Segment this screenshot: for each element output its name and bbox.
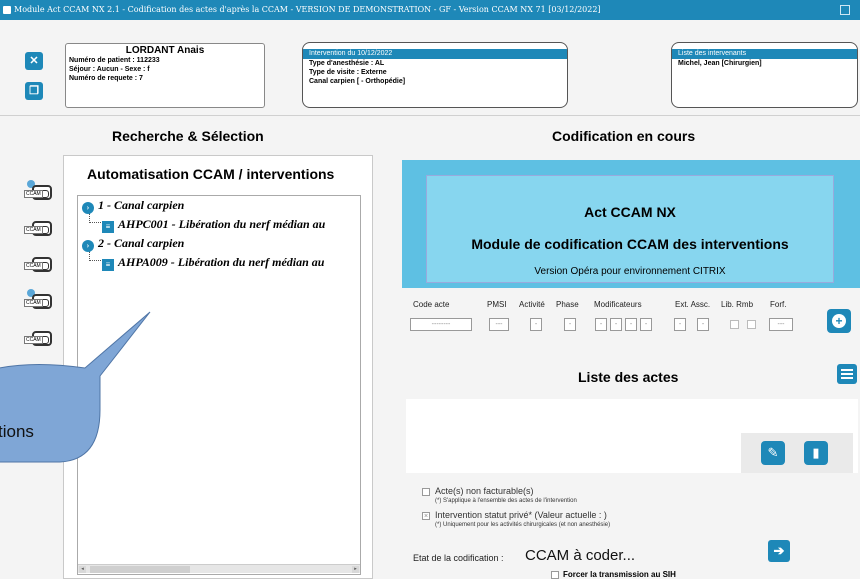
documents-icon[interactable]: ❐ xyxy=(25,82,43,100)
modificateur-4-input[interactable]: - xyxy=(640,318,652,331)
send-icon[interactable]: ➔ xyxy=(768,540,790,562)
tree-node-intervention-2[interactable]: › 2 - Canal carpien xyxy=(82,236,184,252)
window-title: Module Act CCAM NX 2.1 - Codification de… xyxy=(14,5,601,14)
act-icon: ≡ xyxy=(102,259,114,271)
header: ✕ ❐ LORDANT Anais Numéro de patient : 11… xyxy=(0,20,860,116)
ext-assc-2-input[interactable]: - xyxy=(697,318,709,331)
window-titlebar: Module Act CCAM NX 2.1 - Codification de… xyxy=(0,0,860,20)
scroll-right-icon[interactable]: ▸ xyxy=(352,566,359,573)
force-transmission-label: Forcer la transmission au SIH xyxy=(563,570,676,579)
intervention-header: Intervention du 10/12/2022 xyxy=(303,49,567,59)
pmsi-label: PMSI xyxy=(487,300,507,309)
statut-prive-label: Intervention statut privé* (Valeur actue… xyxy=(435,510,607,520)
coding-section-title: Codification en cours xyxy=(552,128,696,144)
request-number: Numéro de requete : 7 xyxy=(69,75,143,82)
modificateur-1-input[interactable]: - xyxy=(595,318,607,331)
add-act-button[interactable]: + xyxy=(827,309,851,333)
tree-node-act-2[interactable]: ≡ AHPA009 - Libération du nerf médian au xyxy=(102,255,324,271)
activite-input[interactable]: - xyxy=(530,318,542,331)
procedure-name: Canal carpien [ - Orthopédie] xyxy=(309,78,406,85)
patient-info-box: LORDANT Anais Numéro de patient : 112233… xyxy=(65,43,265,108)
banner-version: Version Opéra pour environnement CITRIX xyxy=(534,266,726,277)
patient-name: LORDANT Anais xyxy=(125,45,205,56)
tree-node-intervention-1[interactable]: › 1 - Canal carpien xyxy=(82,198,184,214)
tree-connector xyxy=(89,251,101,261)
rmb-checkbox[interactable] xyxy=(747,320,756,329)
modificateur-2-input[interactable]: - xyxy=(610,318,622,331)
phase-label: Phase xyxy=(556,300,579,309)
scroll-left-icon[interactable]: ◂ xyxy=(79,566,86,573)
modificateur-3-input[interactable]: - xyxy=(625,318,637,331)
callout-text: tions xyxy=(0,422,34,441)
trash-icon[interactable]: ▮ xyxy=(804,441,828,465)
patient-stay-sex: Séjour : Aucun - Sexe : f xyxy=(69,66,150,73)
automation-title: Automatisation CCAM / interventions xyxy=(87,166,335,182)
banner-subtitle: Module de codification CCAM des interven… xyxy=(471,236,789,252)
non-facturable-label: Acte(s) non facturable(s) xyxy=(435,486,534,496)
anesthesia-type: Type d'anesthésie : AL xyxy=(309,60,385,67)
scrollbar-thumb[interactable] xyxy=(90,566,190,573)
lib-rmb-label: Lib. Rmb xyxy=(721,300,754,309)
pmsi-input[interactable]: --- xyxy=(489,318,509,331)
tree-connector xyxy=(89,213,101,223)
tree-horizontal-scrollbar[interactable]: ◂ ▸ xyxy=(78,564,360,573)
etat-label: Etat de la codification : xyxy=(413,553,504,563)
list-toolbar xyxy=(741,433,853,473)
forf-input[interactable]: --- xyxy=(769,318,793,331)
ccam-list-icon[interactable]: CCAM xyxy=(24,252,54,276)
phase-input[interactable]: - xyxy=(564,318,576,331)
etat-value: CCAM à coder... xyxy=(525,547,636,564)
visit-type: Type de visite : Externe xyxy=(309,69,387,76)
expand-icon[interactable]: › xyxy=(82,202,94,214)
banner-title: Act CCAM NX xyxy=(584,204,676,220)
ccam-search-icon[interactable]: CCAM xyxy=(24,180,54,204)
ext-assc-1-input[interactable]: - xyxy=(674,318,686,331)
force-transmission-checkbox[interactable] xyxy=(551,571,559,579)
team-member: Michel, Jean [Chirurgien] xyxy=(678,60,762,67)
act-icon: ≡ xyxy=(102,221,114,233)
non-facturable-checkbox[interactable] xyxy=(422,488,430,496)
callout-bubble xyxy=(0,311,151,463)
window-control-button[interactable] xyxy=(840,5,850,15)
activite-label: Activité xyxy=(519,300,545,309)
lib-checkbox[interactable] xyxy=(730,320,739,329)
forf-label: Forf. xyxy=(770,300,787,309)
search-section-title: Recherche & Sélection xyxy=(112,128,264,144)
non-facturable-note: (*) S'applique à l'ensemble des actes de… xyxy=(435,498,577,504)
team-header: Liste des intervenants xyxy=(672,49,857,59)
app-icon xyxy=(3,6,11,14)
ext-assc-label: Ext. Assc. xyxy=(675,300,711,309)
plus-icon: + xyxy=(832,314,846,328)
statut-prive-checkbox[interactable]: × xyxy=(422,512,430,520)
edit-icon[interactable]: ✎ xyxy=(761,441,785,465)
modificateurs-label: Modificateurs xyxy=(594,300,642,309)
statut-prive-note: (*) Uniquement pour les activités chirur… xyxy=(435,522,611,528)
close-icon[interactable]: ✕ xyxy=(25,52,43,70)
intervention-info-box: Intervention du 10/12/2022 Type d'anesth… xyxy=(302,42,568,108)
code-acte-label: Code acte xyxy=(413,300,450,309)
list-title: Liste des actes xyxy=(578,369,679,385)
ccam-folder-icon[interactable]: CCAM xyxy=(24,216,54,240)
tree-node-act-1[interactable]: ≡ AHPC001 - Libération du nerf médian au xyxy=(102,217,325,233)
patient-number: Numéro de patient : 112233 xyxy=(69,57,160,64)
code-acte-input[interactable]: -------- xyxy=(410,318,472,331)
team-info-box: Liste des intervenants Michel, Jean [Chi… xyxy=(671,42,858,108)
menu-icon[interactable] xyxy=(837,364,857,384)
expand-icon[interactable]: › xyxy=(82,240,94,252)
